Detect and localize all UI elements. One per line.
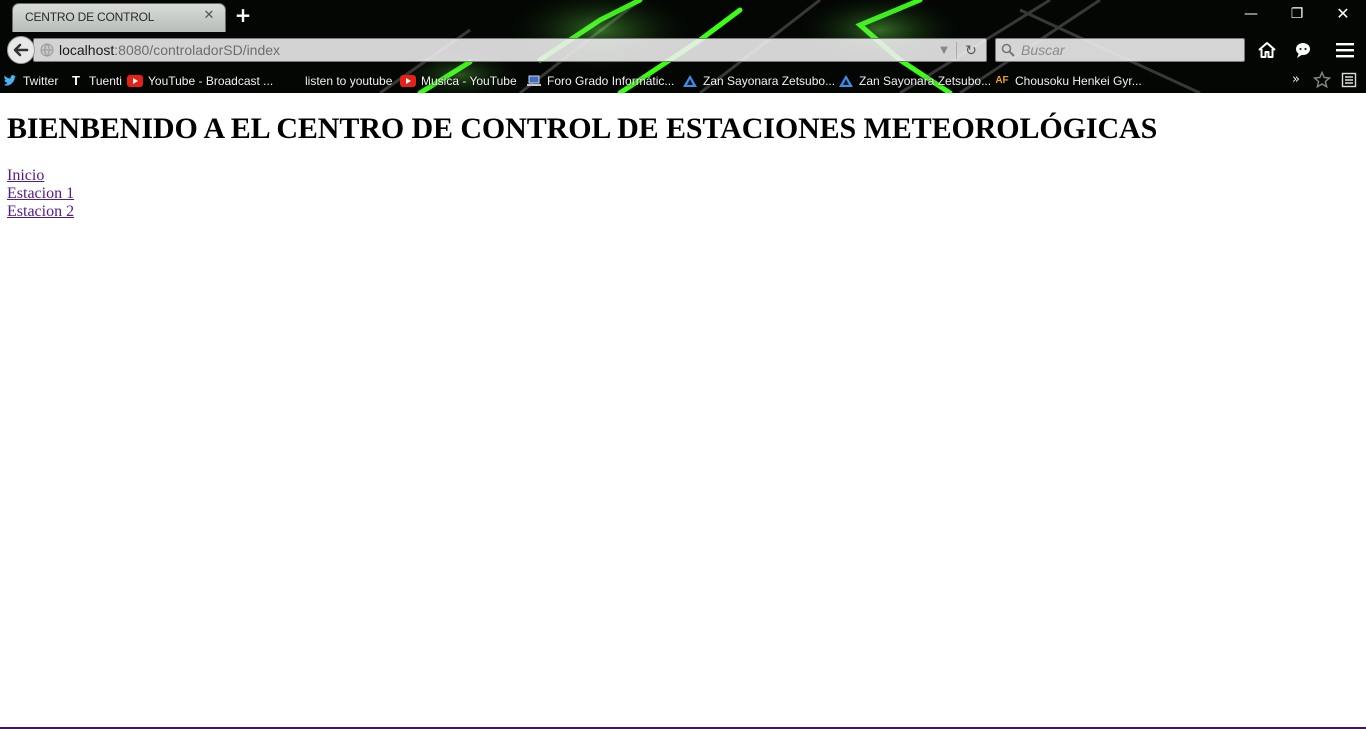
triangle-icon — [683, 74, 697, 87]
bookmark-chousoku[interactable]: AF Chousoku Henkei Gyr... — [994, 72, 1142, 89]
youtube-icon — [400, 74, 416, 87]
twitter-icon — [4, 74, 17, 86]
link-inicio[interactable]: Inicio — [7, 167, 44, 185]
address-bar[interactable]: localhost:8080/controladorSD/index ▼ ↻ — [33, 38, 987, 62]
bookmark-label: Zan Sayonara Zetsubo... — [859, 73, 992, 88]
reload-icon[interactable]: ↻ — [962, 42, 980, 60]
bookmark-label: Chousoku Henkei Gyr... — [1015, 73, 1142, 88]
page-content: BIENBENIDO A EL CENTRO DE CONTROL DE EST… — [0, 93, 1366, 728]
menu-icon[interactable] — [1334, 40, 1356, 60]
chat-icon[interactable] — [1292, 40, 1314, 60]
search-icon — [1001, 43, 1015, 57]
history-dropdown-icon[interactable]: ▼ — [937, 44, 951, 58]
blank-icon — [284, 74, 300, 88]
minimize-icon[interactable]: — — [1236, 4, 1266, 24]
close-window-icon[interactable]: ✕ — [1328, 4, 1358, 24]
link-estacion-2[interactable]: Estacion 2 — [7, 203, 74, 221]
back-button[interactable] — [7, 36, 35, 64]
restore-icon[interactable]: ❐ — [1282, 4, 1312, 24]
af-icon: AF — [995, 74, 1009, 86]
close-tab-icon[interactable]: ✕ — [201, 8, 217, 24]
bookmark-musica-youtube[interactable]: Musica - YouTube — [400, 72, 517, 89]
page-title: BIENBENIDO A EL CENTRO DE CONTROL DE EST… — [7, 112, 1158, 145]
bookmark-twitter[interactable]: Twitter — [2, 72, 58, 89]
laptop-icon — [527, 75, 541, 86]
search-bar[interactable]: Buscar — [995, 38, 1245, 62]
url-separator — [956, 42, 957, 59]
nav-links: Inicio Estacion 1 Estacion 2 — [7, 167, 74, 221]
back-arrow-icon — [13, 43, 29, 57]
tuenti-icon: T — [72, 72, 80, 88]
bookmark-foro-grado[interactable]: Foro Grado Informátic... — [526, 72, 674, 89]
star-icon[interactable] — [1313, 71, 1331, 89]
bookmark-youtube-broadcast[interactable]: YouTube - Broadcast ... — [127, 72, 273, 89]
bookmark-label: Foro Grado Informátic... — [547, 73, 675, 88]
bookmark-listen-to-youtube[interactable]: listen to youtube — [284, 72, 392, 89]
browser-tab[interactable]: CENTRO DE CONTROL ✕ — [12, 3, 226, 32]
bookmark-label: YouTube - Broadcast ... — [148, 73, 274, 88]
link-estacion-1[interactable]: Estacion 1 — [7, 185, 74, 203]
url-host: localhost — [59, 42, 115, 58]
bookmark-tuenti[interactable]: T Tuenti — [68, 72, 122, 89]
search-placeholder: Buscar — [1021, 42, 1065, 58]
home-icon[interactable] — [1256, 40, 1278, 60]
url-text[interactable]: localhost:8080/controladorSD/index — [59, 42, 280, 58]
bookmark-zan-sayonara-2[interactable]: Zan Sayonara Zetsubo... — [838, 72, 991, 89]
bookmark-label: Tuenti — [89, 73, 122, 88]
new-tab-icon[interactable]: + — [234, 5, 252, 25]
browser-chrome: CENTRO DE CONTROL ✕ + — ❐ ✕ localhost:80… — [0, 0, 1366, 93]
bookmark-label: Twitter — [23, 73, 59, 88]
bookmarks-list-icon[interactable] — [1341, 72, 1357, 88]
globe-icon — [40, 43, 54, 57]
triangle-icon — [839, 74, 853, 87]
bookmark-zan-sayonara-1[interactable]: Zan Sayonara Zetsubo... — [682, 72, 835, 89]
bookmark-label: Musica - YouTube — [421, 73, 517, 88]
tab-title: CENTRO DE CONTROL — [25, 10, 155, 24]
url-path: :8080/controladorSD/index — [114, 42, 281, 58]
bookmark-label: Zan Sayonara Zetsubo... — [703, 73, 836, 88]
youtube-icon — [127, 74, 143, 87]
more-bookmarks-icon[interactable]: » — [1292, 72, 1300, 87]
bookmark-label: listen to youtube — [305, 73, 393, 88]
